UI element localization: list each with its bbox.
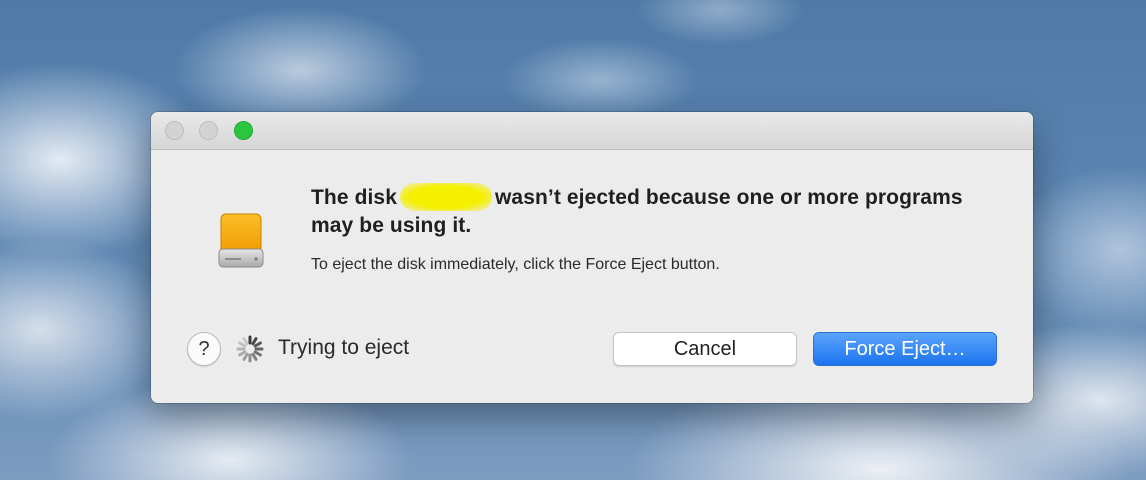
redacted-disk-name: [400, 183, 492, 211]
headline-text-start: The disk: [311, 186, 397, 209]
zoom-window-button[interactable]: [234, 121, 253, 140]
spinner-icon: [236, 335, 264, 363]
close-window-button[interactable]: [165, 121, 184, 140]
minimize-window-button[interactable]: [199, 121, 218, 140]
external-disk-icon: [218, 213, 264, 268]
alert-headline: The disk wasn’t ejected because one or mo…: [311, 183, 971, 240]
alert-message: To eject the disk immediately, click the…: [311, 256, 720, 273]
help-button[interactable]: ?: [187, 332, 221, 366]
force-eject-button[interactable]: Force Eject…: [813, 332, 997, 366]
eject-status-text: Trying to eject: [278, 336, 410, 359]
desktop-background: The disk wasn’t ejected because one or mo…: [0, 0, 1146, 480]
cancel-button[interactable]: Cancel: [613, 332, 797, 366]
title-bar: [151, 112, 1033, 150]
eject-alert-dialog: The disk wasn’t ejected because one or mo…: [151, 112, 1033, 403]
help-icon: ?: [198, 338, 210, 360]
